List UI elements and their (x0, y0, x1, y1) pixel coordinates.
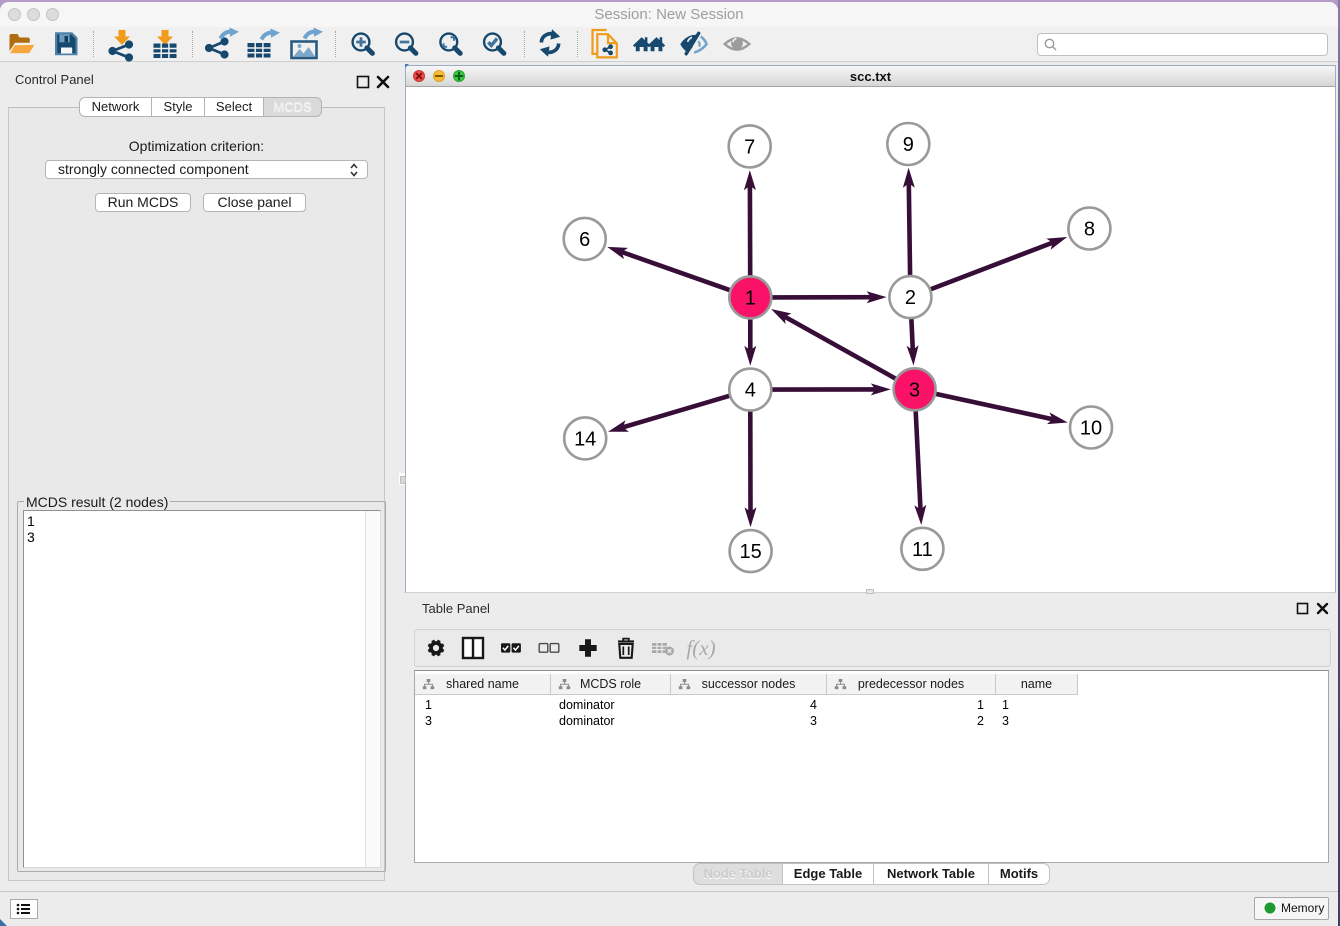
svg-text:f(x): f(x) (686, 636, 715, 660)
svg-text:15: 15 (739, 541, 761, 563)
svg-text:2: 2 (905, 287, 916, 309)
svg-text:4: 4 (745, 380, 756, 402)
svg-text:1: 1 (745, 287, 756, 309)
svg-text:7: 7 (744, 136, 755, 158)
svg-text:3: 3 (909, 379, 920, 401)
svg-text:9: 9 (903, 134, 914, 156)
svg-text:6: 6 (579, 229, 590, 251)
svg-text:10: 10 (1080, 418, 1102, 440)
svg-text:8: 8 (1084, 219, 1095, 241)
svg-text:11: 11 (912, 539, 933, 561)
svg-text:14: 14 (574, 428, 596, 450)
